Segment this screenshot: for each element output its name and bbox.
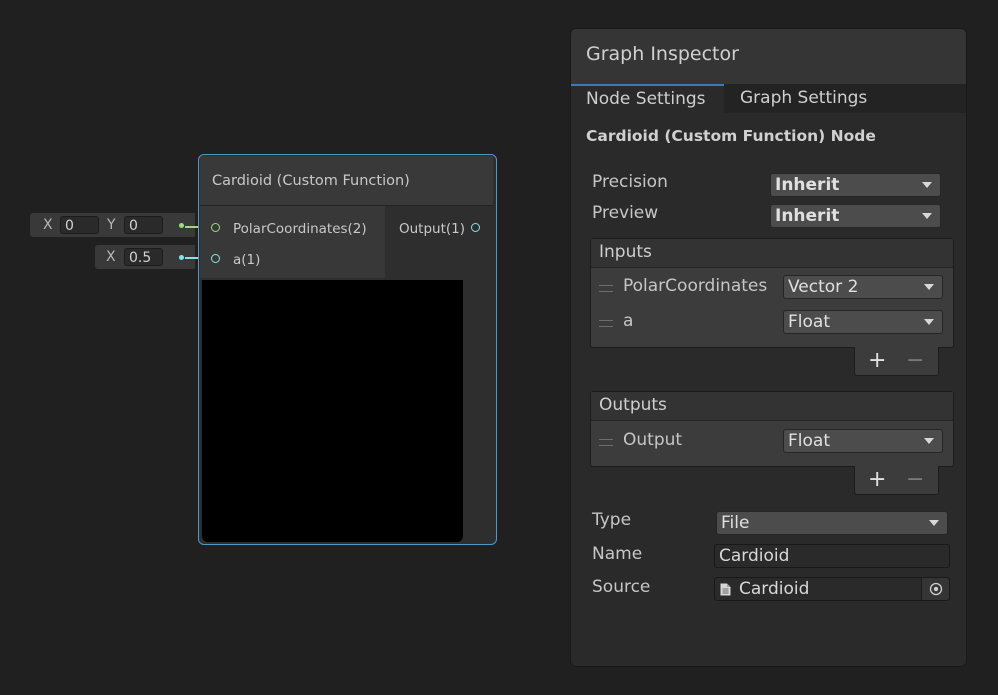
source-value: Cardioid	[739, 579, 810, 599]
node-preview[interactable]	[202, 280, 463, 542]
add-output-button[interactable]: +	[868, 467, 886, 492]
x-label: X	[106, 249, 116, 265]
input-port-label: PolarCoordinates(2)	[233, 221, 367, 237]
source-object-field[interactable]: Cardioid	[714, 577, 950, 601]
precision-value: Inherit	[775, 175, 840, 195]
output-item-name: Output	[623, 430, 683, 450]
chevron-down-icon	[924, 319, 934, 325]
tab-label: Node Settings	[586, 89, 706, 109]
inputs-list: Inputs PolarCoordinates Vector 2 a Float	[590, 238, 954, 348]
input-port-polarcoordinates[interactable]	[211, 223, 220, 232]
node-heading: Cardioid (Custom Function) Node	[586, 127, 876, 145]
name-input[interactable]: Cardioid	[714, 544, 950, 568]
input-type-dropdown[interactable]: Vector 2	[783, 275, 943, 299]
input-item-name: a	[623, 311, 634, 331]
polar-x-field[interactable]: 0	[60, 216, 99, 234]
outputs-header: Outputs	[591, 392, 953, 421]
precision-label: Precision	[592, 172, 668, 192]
drag-handle-icon[interactable]	[599, 439, 613, 446]
inspector-title: Graph Inspector	[586, 43, 739, 65]
source-label: Source	[592, 577, 651, 597]
tab-node-settings[interactable]: Node Settings	[571, 84, 724, 113]
outputs-header-label: Outputs	[599, 395, 667, 415]
add-input-button[interactable]: +	[868, 348, 886, 373]
file-icon	[720, 583, 731, 596]
outputs-list: Outputs Output Float	[590, 391, 954, 467]
preview-dropdown[interactable]: Inherit	[770, 204, 941, 228]
output-type-value: Float	[788, 431, 830, 451]
a-x-field[interactable]: 0.5	[124, 248, 163, 266]
type-label: Type	[592, 510, 632, 530]
remove-input-button[interactable]: −	[906, 348, 924, 373]
x-label: X	[43, 217, 53, 233]
outputs-add-remove: + −	[854, 466, 939, 495]
name-value: Cardioid	[719, 546, 790, 566]
type-dropdown[interactable]: File	[716, 511, 948, 535]
chevron-down-icon	[924, 284, 934, 290]
input-type-value: Float	[788, 312, 830, 332]
drag-handle-icon[interactable]	[599, 320, 613, 327]
connector-dot	[179, 255, 184, 260]
remove-output-button[interactable]: −	[906, 467, 924, 492]
a-default-value: X 0.5	[95, 245, 195, 269]
preview-value: Inherit	[775, 206, 840, 226]
output-port-output[interactable]	[471, 223, 480, 232]
type-value: File	[721, 513, 750, 533]
y-label: Y	[107, 217, 116, 233]
input-item-name: PolarCoordinates	[623, 276, 768, 296]
inputs-header-label: Inputs	[599, 242, 652, 262]
input-port-a[interactable]	[211, 254, 220, 263]
input-type-dropdown[interactable]: Float	[783, 310, 943, 334]
drag-handle-icon[interactable]	[599, 285, 613, 292]
inspector-tabs: Node Settings Graph Settings	[571, 84, 966, 113]
output-type-dropdown[interactable]: Float	[783, 429, 943, 453]
node-inputs: PolarCoordinates(2) a(1)	[200, 206, 385, 278]
polar-y-field[interactable]: 0	[124, 216, 163, 234]
polar-default-value: X 0 Y 0	[30, 213, 195, 237]
graph-inspector: Graph Inspector Node Settings Graph Sett…	[570, 28, 967, 667]
input-port-label: a(1)	[233, 252, 261, 268]
object-picker-icon	[929, 582, 943, 596]
name-label: Name	[592, 544, 643, 564]
connector-dot	[179, 223, 184, 228]
chevron-down-icon	[922, 213, 932, 219]
input-type-value: Vector 2	[788, 277, 859, 297]
node-title-bar[interactable]: Cardioid (Custom Function)	[200, 156, 493, 206]
node-outputs: Output(1)	[387, 206, 493, 278]
node-title: Cardioid (Custom Function)	[212, 173, 410, 189]
inputs-add-remove: + −	[854, 347, 939, 376]
inspector-header[interactable]: Graph Inspector	[571, 29, 966, 84]
chevron-down-icon	[929, 520, 939, 526]
chevron-down-icon	[922, 182, 932, 188]
tab-graph-settings[interactable]: Graph Settings	[724, 84, 966, 113]
custom-function-node[interactable]: Cardioid (Custom Function) PolarCoordina…	[198, 154, 497, 545]
precision-dropdown[interactable]: Inherit	[770, 173, 941, 197]
chevron-down-icon	[924, 438, 934, 444]
object-picker-button[interactable]	[921, 578, 949, 600]
tab-label: Graph Settings	[740, 88, 868, 108]
preview-label: Preview	[592, 203, 659, 223]
inputs-header: Inputs	[591, 239, 953, 268]
output-port-label: Output(1)	[399, 221, 466, 237]
